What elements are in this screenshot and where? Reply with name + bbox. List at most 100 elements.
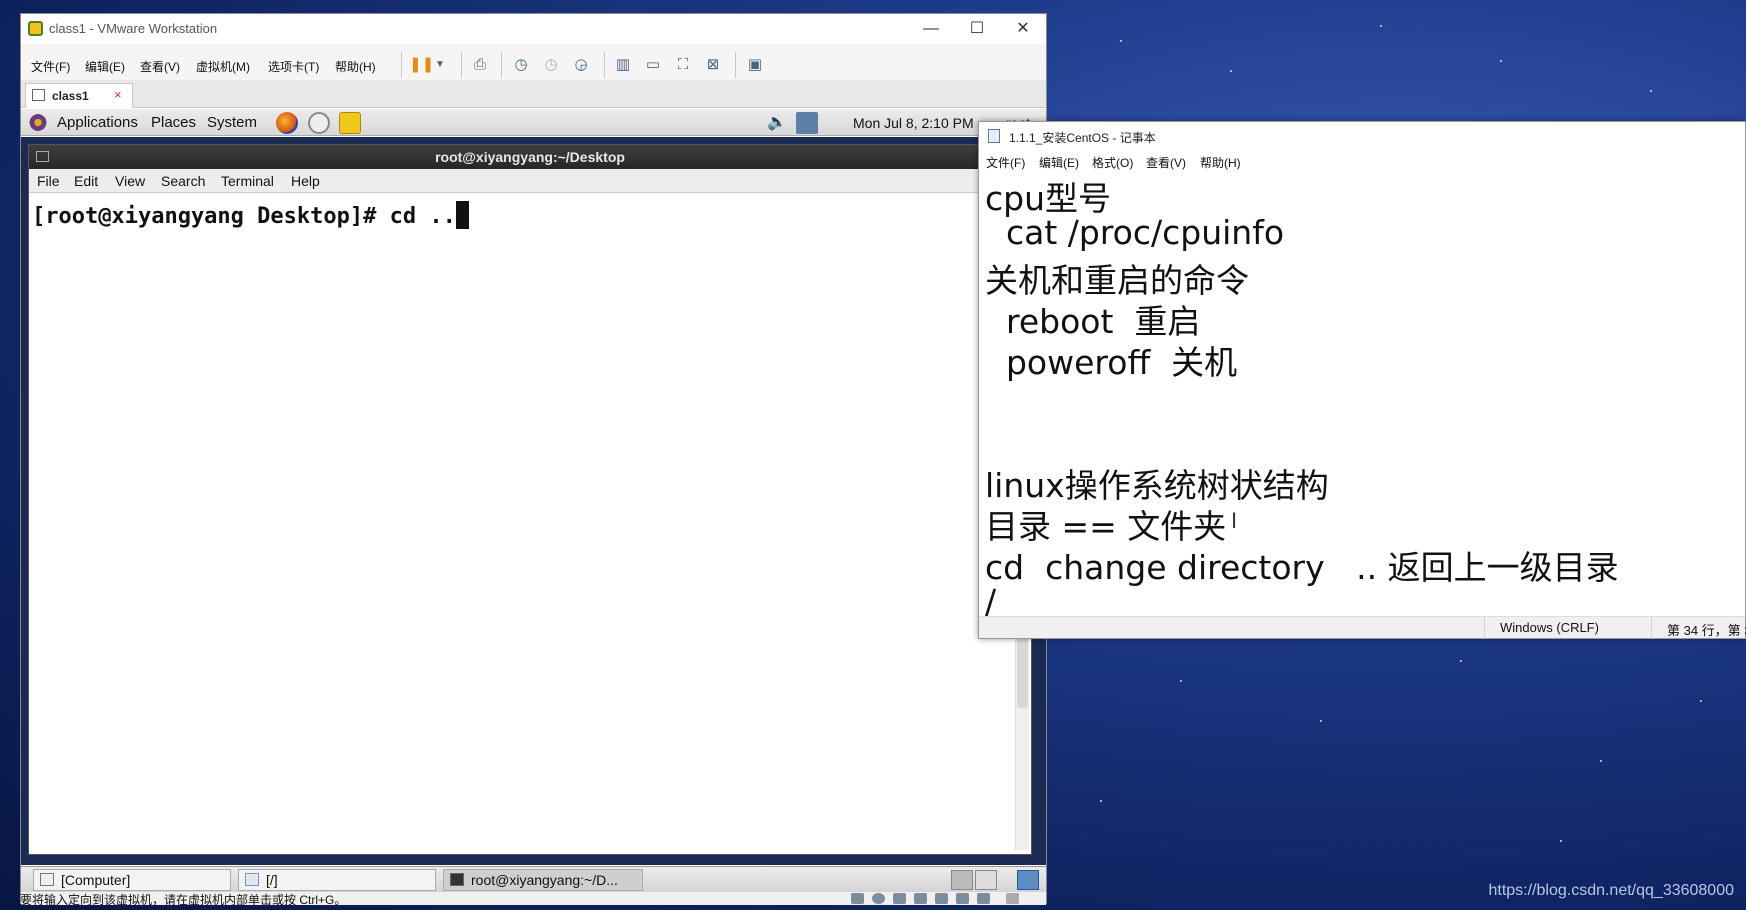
snapshot-icon[interactable]: ◷ <box>510 54 532 76</box>
terminal-icon <box>450 873 464 886</box>
notepad-menu-edit[interactable]: 编辑(E) <box>1039 154 1079 171</box>
toolbar-separator <box>461 52 462 78</box>
text-line: poweroff 关机 <box>985 343 1238 382</box>
guest-top-panel: Applications Places System 🔈 Mon Jul 8, … <box>21 109 1046 136</box>
tab-label: class1 <box>52 89 89 103</box>
status-separator <box>1651 617 1652 639</box>
close-button[interactable]: ✕ <box>1000 16 1046 42</box>
notepad-icon <box>988 129 1000 143</box>
hdd-icon[interactable] <box>851 893 864 904</box>
terminal-menu-search[interactable]: Search <box>161 173 205 189</box>
menu-file[interactable]: 文件(F) <box>31 58 70 75</box>
workspace-2[interactable] <box>975 870 997 890</box>
vmware-window: class1 - VMware Workstation — ☐ ✕ 文件(F) … <box>20 13 1047 907</box>
display-icon[interactable] <box>977 893 990 904</box>
taskbar-item-label: [Computer] <box>61 872 131 888</box>
cdrom-icon[interactable] <box>872 893 885 904</box>
gnome-foot-icon <box>28 113 48 132</box>
folder-icon <box>245 873 259 886</box>
library-icon[interactable]: ▥ <box>612 54 634 76</box>
workspace-1[interactable] <box>951 870 973 890</box>
clock[interactable]: Mon Jul 8, 2:10 PM <box>853 115 974 131</box>
text-line: / <box>985 582 997 616</box>
cursor-position-status: 第 34 行，第 3 <box>1667 623 1746 638</box>
tab-close-icon[interactable]: × <box>114 87 122 102</box>
text-line: cat /proc/cpuinfo <box>985 213 1285 252</box>
network-adapter-2-icon[interactable] <box>914 893 927 904</box>
unity-icon[interactable]: ⊠ <box>702 54 724 76</box>
minimize-button[interactable]: — <box>908 16 954 42</box>
terminal-menu-terminal[interactable]: Terminal <box>221 173 274 189</box>
notepad-statusbar: Windows (CRLF) 第 34 行，第 3 <box>979 616 1746 639</box>
window-title: class1 - VMware Workstation <box>49 21 218 36</box>
toolbar-separator <box>735 52 736 78</box>
usb-icon[interactable] <box>956 893 969 904</box>
menu-tabs[interactable]: 选项卡(T) <box>268 58 319 75</box>
line-ending-status: Windows (CRLF) <box>1500 620 1599 635</box>
terminal-titlebar[interactable]: root@xiyangyang:~/Desktop <box>29 145 1031 169</box>
taskbar-item-computer[interactable]: [Computer] <box>33 869 231 891</box>
taskbar-item-root-folder[interactable]: [/] <box>238 869 436 891</box>
taskbar-item-label: [/] <box>266 872 278 888</box>
vmware-statusbar: 要将输入定向到该虚拟机，请在虚拟机内部单击或按 Ctrl+G。 <box>20 892 1046 907</box>
system-menu[interactable]: System <box>207 114 257 131</box>
terminal-menu-edit[interactable]: Edit <box>74 173 98 189</box>
console-view-icon[interactable]: ▣ <box>744 54 766 76</box>
places-menu[interactable]: Places <box>151 114 196 131</box>
network-adapter-icon[interactable] <box>893 893 906 904</box>
notepad-title: 1.1.1_安装CentOS - 记事本 <box>1009 131 1156 145</box>
chevron-down-icon[interactable]: ▼ <box>429 54 451 76</box>
notepad-menu-view[interactable]: 查看(V) <box>1146 154 1186 171</box>
toolbar-separator <box>604 52 605 78</box>
notepad-titlebar[interactable]: 1.1.1_安装CentOS - 记事本 <box>979 122 1745 150</box>
email-icon[interactable] <box>308 112 330 134</box>
terminal-body[interactable]: [root@xiyangyang Desktop]# cd .. <box>29 193 1031 854</box>
vm-icon <box>32 89 45 101</box>
text-cursor-icon: I <box>1231 508 1238 533</box>
taskbar-item-terminal[interactable]: root@xiyangyang:~/D... <box>443 869 643 891</box>
terminal-prompt-text: [root@xiyangyang Desktop]# cd .. <box>32 204 456 229</box>
menu-help[interactable]: 帮助(H) <box>335 58 376 75</box>
terminal-window[interactable]: root@xiyangyang:~/Desktop File Edit View… <box>28 144 1032 855</box>
vmware-titlebar: class1 - VMware Workstation — ☐ ✕ <box>21 14 1046 44</box>
status-separator <box>1484 617 1485 639</box>
taskbar-item-label: root@xiyangyang:~/D... <box>471 872 618 888</box>
terminal-menu-file[interactable]: File <box>37 173 60 189</box>
volume-icon[interactable]: 🔈 <box>766 112 788 134</box>
notepad-menu-file[interactable]: 文件(F) <box>986 154 1025 171</box>
text-line: cd change directory .. 返回上一级目录 <box>985 548 1619 587</box>
terminal-cursor <box>455 201 469 229</box>
revert-snapshot-icon[interactable]: ◷ <box>540 54 562 76</box>
computer-icon <box>40 873 54 886</box>
menu-edit[interactable]: 编辑(E) <box>85 58 125 75</box>
tab-class1[interactable]: class1 × <box>25 83 133 108</box>
menu-view[interactable]: 查看(V) <box>140 58 180 75</box>
notepad-text-area[interactable]: cpu型号 cat /proc/cpuinfo 关机和重启的命令 reboot … <box>979 172 1745 616</box>
toolbar-separator <box>501 52 502 78</box>
snapshot-manager-icon[interactable]: ◶ <box>570 54 592 76</box>
notepad-menu-help[interactable]: 帮助(H) <box>1200 154 1241 171</box>
guest-taskbar: [Computer] [/] root@xiyangyang:~/D... <box>21 866 1046 892</box>
send-keys-icon[interactable]: ⎙ <box>469 54 491 76</box>
vmware-app-icon <box>28 21 43 36</box>
watermark: https://blog.csdn.net/qq_33608000 <box>1488 882 1734 899</box>
terminal-menu-help[interactable]: Help <box>291 173 320 189</box>
notepad-menu-format[interactable]: 格式(O) <box>1092 154 1133 171</box>
message-icon[interactable] <box>1006 893 1019 904</box>
pause-icon[interactable]: ❚❚ <box>409 54 434 76</box>
terminal-menu-view[interactable]: View <box>115 173 145 189</box>
applications-menu[interactable]: Applications <box>57 114 138 131</box>
status-text: 要将输入定向到该虚拟机，请在虚拟机内部单击或按 Ctrl+G。 <box>20 893 347 907</box>
thumbnail-icon[interactable]: ▭ <box>642 54 664 76</box>
menu-vm[interactable]: 虚拟机(M) <box>196 58 250 75</box>
notepad-window[interactable]: 1.1.1_安装CentOS - 记事本 文件(F) 编辑(E) 格式(O) 查… <box>978 121 1746 639</box>
notes-icon[interactable] <box>339 112 361 134</box>
network-icon[interactable] <box>796 112 818 134</box>
firefox-icon[interactable] <box>276 112 298 134</box>
printer-icon[interactable] <box>935 893 948 904</box>
trash-icon[interactable] <box>1017 870 1039 890</box>
maximize-button[interactable]: ☐ <box>954 16 1000 42</box>
vmware-tabbar: class1 × <box>21 80 1046 108</box>
fullscreen-icon[interactable]: ⛶ <box>672 54 694 76</box>
toolbar-separator <box>401 52 402 78</box>
